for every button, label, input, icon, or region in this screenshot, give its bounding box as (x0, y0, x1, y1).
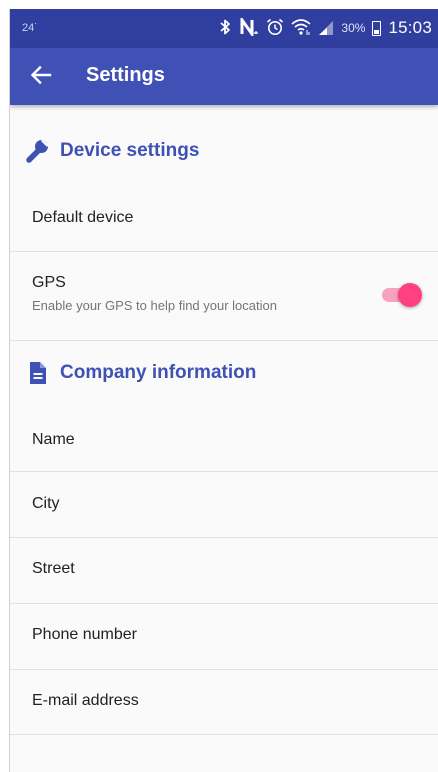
pref-city[interactable]: City (10, 472, 438, 537)
page-title: Settings (86, 64, 165, 86)
device-screen: 24˙ 30% 15:03 Settings Device settings D… (0, 0, 438, 772)
pref-title: Street (32, 560, 75, 577)
gps-toggle[interactable] (378, 280, 424, 310)
toggle-thumb (398, 283, 422, 307)
section-header-device-settings: Device settings (24, 135, 199, 167)
pref-gps[interactable]: GPS Enable your GPS to help find your lo… (10, 252, 438, 340)
pref-title: Default device (32, 209, 134, 226)
divider (10, 734, 438, 735)
pref-email-address[interactable]: E-mail address (10, 670, 438, 734)
document-icon (24, 360, 50, 386)
pref-phone-number[interactable]: Phone number (10, 604, 438, 669)
app-window: 24˙ 30% 15:03 Settings Device settings D… (10, 9, 438, 772)
pref-summary: Enable your GPS to help find your locati… (32, 298, 277, 313)
pref-default-device[interactable]: Default device (10, 187, 438, 251)
pref-title: E-mail address (32, 692, 139, 709)
wifi-icon (291, 18, 311, 39)
back-button[interactable] (24, 60, 58, 94)
notification-indicator: 24˙ (22, 22, 38, 34)
section-title: Company information (60, 362, 257, 383)
pref-title: Name (32, 431, 75, 448)
arrow-back-icon (30, 64, 52, 91)
pref-title: City (32, 495, 60, 512)
pref-name[interactable]: Name (10, 407, 438, 471)
status-icons: 30% 15:03 (219, 14, 432, 40)
divider (10, 340, 438, 341)
nfc-icon (239, 14, 259, 39)
section-title: Device settings (60, 140, 200, 161)
app-bar: Settings (10, 48, 438, 105)
section-header-company-information: Company information (24, 357, 256, 389)
battery-icon (372, 20, 382, 36)
clock: 15:03 (388, 18, 432, 37)
status-bar: 24˙ 30% 15:03 (10, 9, 438, 48)
pref-title: Phone number (32, 626, 137, 643)
pref-street[interactable]: Street (10, 538, 438, 603)
settings-list: Device settings Default device GPS Enabl… (10, 105, 438, 772)
wrench-icon (24, 138, 50, 164)
alarm-icon (266, 18, 284, 39)
battery-percent: 30% (341, 21, 366, 35)
bluetooth-icon (219, 18, 232, 39)
signal-icon (318, 21, 334, 35)
pref-title: GPS (32, 274, 66, 291)
